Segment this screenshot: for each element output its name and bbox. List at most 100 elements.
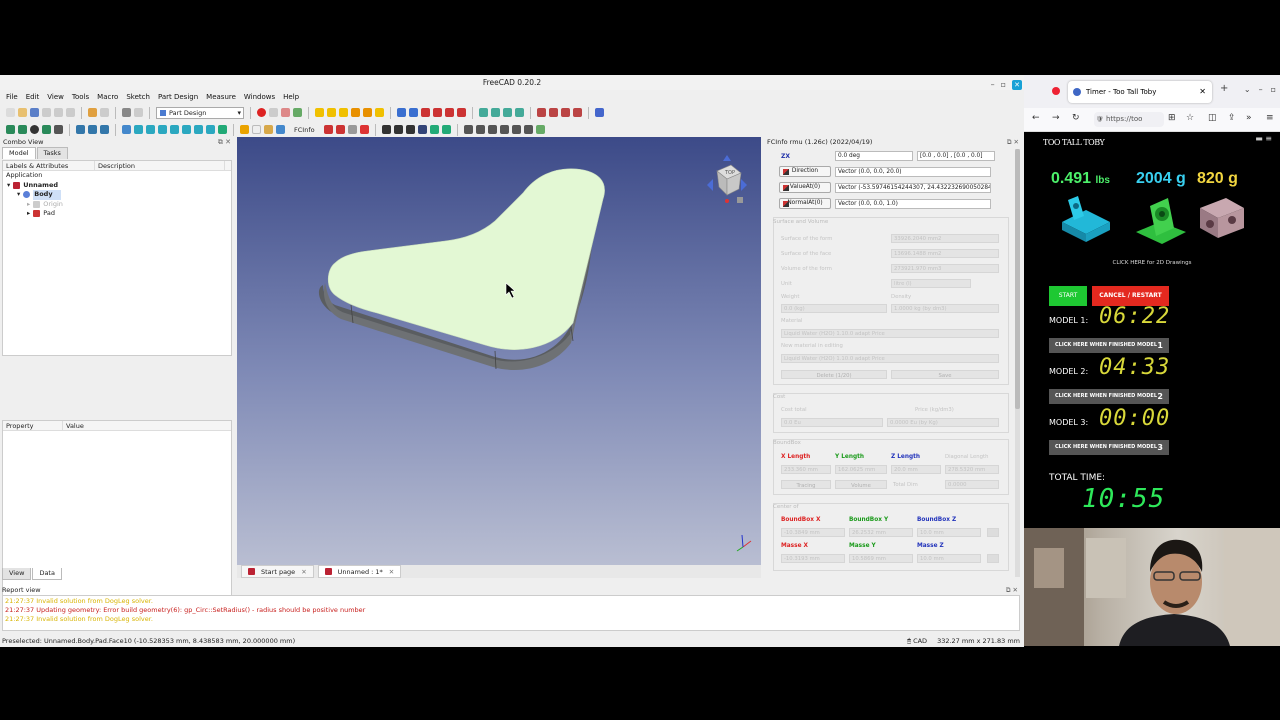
paste-icon[interactable] — [66, 108, 75, 117]
direction-value[interactable]: Vector (0.0, 0.0, 20.0) — [835, 166, 991, 177]
tab-close-icon[interactable]: ✕ — [301, 566, 306, 578]
expand-arrow-icon[interactable]: ▾ — [7, 181, 10, 191]
link-make-icon[interactable] — [276, 125, 285, 134]
sketch-validate-icon[interactable] — [323, 125, 333, 134]
primitives-icon[interactable] — [375, 108, 384, 117]
menu-edit[interactable]: Edit — [26, 93, 40, 101]
bounding-box-icon[interactable] — [42, 125, 51, 134]
view-right-icon[interactable] — [170, 125, 179, 134]
folder-icon[interactable] — [264, 125, 273, 134]
normalat-value[interactable]: Vector (0.0, 0.0, 1.0) — [835, 198, 991, 209]
copy-icon[interactable] — [54, 108, 63, 117]
line-tool-icon[interactable] — [381, 125, 391, 134]
drawings-link[interactable]: CLICK HERE for 2D Drawings — [1024, 260, 1280, 266]
zoom-icon[interactable] — [122, 125, 131, 134]
polar-pattern-icon[interactable] — [561, 108, 570, 117]
tab-start-page[interactable]: Start page ✕ — [241, 565, 314, 578]
maximize-icon[interactable]: ▫ — [1001, 77, 1006, 92]
new-tab-icon[interactable]: + — [1220, 83, 1228, 94]
view-rear-icon[interactable] — [182, 125, 191, 134]
measure-icon[interactable] — [218, 125, 227, 134]
macros-icon[interactable] — [281, 108, 290, 117]
finish-model-2-button[interactable]: CLICK HERE WHEN FINISHED MODEL 2 — [1049, 389, 1169, 404]
part-icon[interactable] — [240, 125, 249, 134]
menu-tools[interactable]: Tools — [72, 93, 89, 101]
pad-icon[interactable] — [421, 108, 430, 117]
tab-data[interactable]: Data — [32, 568, 62, 580]
menu-file[interactable]: File — [6, 93, 18, 101]
nav-style-indicator[interactable]: 🖱 CAD — [907, 635, 927, 647]
open-file-icon[interactable] — [18, 108, 27, 117]
thickness-icon[interactable] — [515, 108, 524, 117]
fillet-icon[interactable] — [479, 108, 488, 117]
record-macro-icon[interactable] — [257, 108, 266, 117]
menu-part-design[interactable]: Part Design — [158, 93, 198, 101]
tree-item-origin[interactable]: ▸ Origin — [3, 200, 231, 210]
part-cone-icon[interactable] — [351, 108, 360, 117]
navigation-cube[interactable]: TOP — [697, 149, 757, 209]
finish-model-1-button[interactable]: CLICK HERE WHEN FINISHED MODEL 1 — [1049, 338, 1169, 353]
prop-col-value[interactable]: Value — [63, 421, 123, 430]
tab-model[interactable]: Model — [2, 147, 36, 159]
group-icon[interactable] — [252, 125, 261, 134]
menu-windows[interactable]: Windows — [244, 93, 275, 101]
back-icon[interactable]: ← — [1032, 113, 1040, 123]
tree-item-document[interactable]: ▾ Unnamed — [3, 181, 231, 191]
minimize-icon[interactable]: – — [1259, 85, 1263, 94]
fcinfo-toolbar-label[interactable]: FCInfo — [294, 126, 315, 134]
menu-macro[interactable]: Macro — [97, 93, 118, 101]
view-left-icon[interactable] — [206, 125, 215, 134]
panel-close-icon[interactable]: ⧉ ✕ — [1006, 585, 1018, 595]
finish-model-3-button[interactable]: CLICK HERE WHEN FINISHED MODEL 3 — [1049, 440, 1169, 455]
tab-unnamed[interactable]: Unnamed : 1* ✕ — [317, 565, 402, 578]
overflow-icon[interactable]: » — [1246, 113, 1252, 123]
revolution-icon[interactable] — [445, 108, 454, 117]
pad-model[interactable] — [237, 137, 761, 565]
tree-col-description[interactable]: Description — [95, 161, 225, 170]
link-icon[interactable] — [100, 125, 109, 134]
attach-sketch-icon[interactable] — [409, 108, 418, 117]
linear-pattern-icon[interactable] — [549, 108, 558, 117]
circle-tool-icon[interactable] — [405, 125, 415, 134]
tree-col-labels[interactable]: Labels & Attributes — [3, 161, 95, 170]
page-menu-icon[interactable]: ▬ ≡ — [1255, 134, 1272, 143]
fit-all-icon[interactable] — [6, 125, 15, 134]
menu-sketch[interactable]: Sketch — [126, 93, 150, 101]
cut-icon[interactable] — [42, 108, 51, 117]
bookmark-star-icon[interactable]: ☆ — [1186, 113, 1194, 123]
url-bar[interactable]: https://too — [1094, 112, 1164, 127]
reload-icon[interactable]: ↻ — [1072, 113, 1080, 123]
execute-macro-icon[interactable] — [293, 108, 302, 117]
back-icon[interactable] — [76, 125, 85, 134]
prop-col-property[interactable]: Property — [3, 421, 63, 430]
stop-macro-icon[interactable] — [269, 108, 278, 117]
translate-icon[interactable]: ⊞ — [1168, 113, 1176, 123]
tree-item-pad[interactable]: ▸ Pad — [3, 209, 231, 219]
view-iso-icon[interactable] — [134, 125, 143, 134]
view-front-icon[interactable] — [146, 125, 155, 134]
zx-value[interactable]: 0.0 deg — [835, 151, 913, 161]
draft-icon[interactable] — [503, 108, 512, 117]
tree-item-body[interactable]: ▾ Body — [3, 190, 231, 200]
collapse-arrow-icon[interactable]: ▸ — [27, 209, 30, 219]
part-box-icon[interactable] — [315, 108, 324, 117]
pocket-icon[interactable]: ◫ — [1208, 113, 1217, 123]
zx-extra[interactable]: [0.0 , 0.0] , [0.0 , 0.0] — [917, 151, 995, 161]
tab-list-icon[interactable]: ⌄ — [1244, 85, 1251, 94]
part-cylinder-icon[interactable] — [327, 108, 336, 117]
whats-this-icon[interactable] — [134, 108, 143, 117]
report-view[interactable]: 21:27:37 Invalid solution from DogLeg so… — [2, 595, 1020, 631]
measure-3d-icon[interactable] — [523, 125, 533, 134]
draw-style-icon[interactable] — [30, 125, 39, 134]
stereo-icon[interactable] — [54, 125, 63, 134]
boolean-icon[interactable] — [595, 108, 604, 117]
valueat-value[interactable]: Vector (-53.59746154244307, 24.432232690… — [835, 182, 991, 193]
chamfer-icon[interactable] — [491, 108, 500, 117]
forward-icon[interactable]: → — [1052, 113, 1060, 123]
sketch-close-icon[interactable] — [335, 125, 345, 134]
constraint-icon[interactable] — [359, 125, 369, 134]
mirror-icon[interactable] — [537, 108, 546, 117]
hamburger-menu-icon[interactable]: ≡ — [1266, 113, 1274, 123]
measure-clear-icon[interactable] — [499, 125, 509, 134]
cancel-restart-button[interactable]: CANCEL / RESTART — [1092, 286, 1169, 306]
